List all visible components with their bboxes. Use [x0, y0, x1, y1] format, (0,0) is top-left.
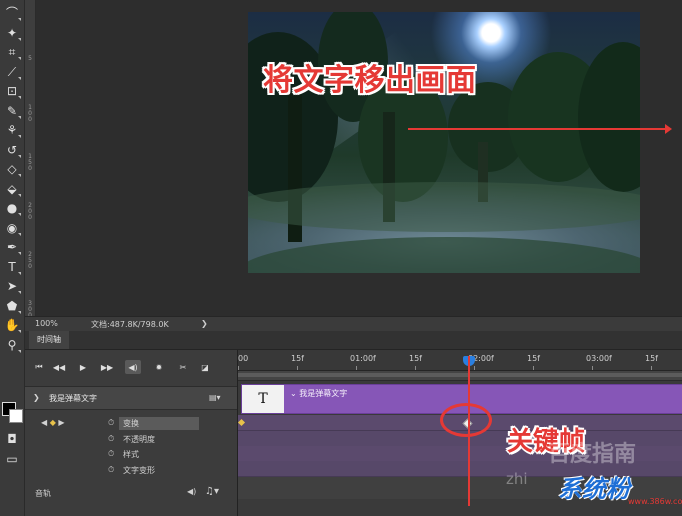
next-frame-button[interactable]: ▶▶ — [99, 360, 115, 374]
pen-icon[interactable]: ✒ — [3, 238, 21, 256]
play-button[interactable]: ▶ — [75, 360, 91, 374]
site-logo-watermark: 系统粉 www.386w.com — [528, 469, 682, 509]
time-tick-label: 00 — [238, 354, 249, 363]
screen-mode-icon[interactable]: ▭ — [3, 450, 21, 468]
ruler-number: 1 5 0 — [28, 153, 32, 172]
time-tick — [356, 366, 357, 370]
stopwatch-icon[interactable]: ⏱ — [108, 418, 114, 428]
eraser-icon[interactable]: ◇ — [3, 160, 21, 178]
magic-wand-icon[interactable]: ✦ — [3, 24, 21, 42]
time-tick — [238, 366, 239, 370]
document-image — [248, 12, 640, 273]
tab-timeline[interactable]: 时间轴 — [29, 331, 69, 349]
document-info: 文档:487.8K/798.0K — [91, 320, 169, 329]
stopwatch-icon[interactable]: ⏱ — [108, 449, 114, 459]
canvas-area — [36, 0, 682, 316]
time-tick — [297, 366, 298, 370]
zoom-icon[interactable]: ⚲ — [3, 336, 21, 354]
property-row[interactable]: ⏱ 文字变形 — [25, 463, 237, 478]
audio-track-row: 音轨 ◀) ♫▾ — [25, 484, 237, 502]
split-scissors-button[interactable]: ✂ — [175, 360, 191, 374]
property-row[interactable]: ◀ ◆ ▶ ⏱ 变换 — [25, 416, 237, 431]
music-note-icon[interactable]: ♫▾ — [205, 486, 219, 497]
keyframe-nav-icon[interactable]: ◀ ◆ ▶ — [41, 418, 65, 427]
dodge-icon[interactable]: ◉ — [3, 219, 21, 237]
settings-button[interactable]: ✹ — [151, 360, 167, 374]
timeline-layers-panel: ⏮ ◀◀ ▶ ▶▶ ◀) ✹ ✂ ◪ ❯ 我是弹幕文字 ▤▾ ◀ ◆ ▶ ⏱ 变换 ⏱ 不透明度 ⏱ 样式… — [25, 350, 237, 516]
audio-track-label: 音轨 — [35, 489, 51, 498]
hand-icon[interactable]: ✋ — [3, 316, 21, 334]
zhihu-watermark: zhi — [506, 470, 528, 488]
crop-icon[interactable]: ⌗ — [3, 43, 21, 61]
history-brush-icon[interactable]: ↺ — [3, 141, 21, 159]
property-row[interactable]: ⏱ 不透明度 — [25, 432, 237, 447]
frame-icon[interactable]: ⊡ — [3, 82, 21, 100]
work-area-bar[interactable] — [238, 371, 682, 381]
text-layer-thumbnail: T — [242, 385, 284, 413]
quick-mask-icon[interactable]: ◘ — [3, 430, 21, 448]
layer-name: 我是弹幕文字 — [49, 394, 97, 403]
status-bar: 100% 文档:487.8K/798.0K ❯ — [25, 316, 682, 331]
timeline-tabbar: 时间轴 — [25, 331, 682, 350]
time-tick — [651, 366, 652, 370]
clip-label: ⌄ 我是弹幕文字 — [290, 389, 348, 398]
prev-frame-button[interactable]: ◀◀ — [51, 360, 67, 374]
ruler-number: 2 0 0 — [28, 202, 32, 221]
clone-stamp-icon[interactable]: ⚘ — [3, 121, 21, 139]
property-name: 变换 — [119, 417, 199, 430]
ruler-number: 2 5 0 — [28, 251, 32, 270]
time-tick-label: 15f — [409, 354, 422, 363]
keyframe-start[interactable] — [237, 418, 246, 427]
keyframe-highlight-ellipse — [440, 403, 492, 437]
lasso-icon[interactable]: ⌒ — [3, 4, 21, 22]
zoom-level[interactable]: 100% — [35, 319, 58, 328]
move-direction-arrow — [408, 124, 672, 134]
blur-icon[interactable]: ● — [3, 199, 21, 217]
film-icon[interactable]: ▤▾ — [209, 393, 221, 402]
time-tick-label: 01:00f — [350, 354, 376, 363]
time-tick-label: 15f — [645, 354, 658, 363]
time-tick-label: 15f — [291, 354, 304, 363]
canvas-annotation-text: 将文字移出画面 — [263, 63, 477, 98]
property-name: 文字变形 — [123, 465, 155, 475]
baidu-watermark: 百度指南 — [548, 442, 637, 467]
stopwatch-icon[interactable]: ⏱ — [108, 434, 114, 444]
time-tick — [474, 366, 475, 370]
shape-icon[interactable]: ⬟ — [3, 297, 21, 315]
time-tick — [592, 366, 593, 370]
stopwatch-icon[interactable]: ⏱ — [108, 465, 114, 475]
property-name: 不透明度 — [123, 434, 155, 444]
property-name: 样式 — [123, 450, 139, 459]
time-tick — [533, 366, 534, 370]
tools-panel: ⌒ ✦ ⌗ ⟋ ⊡ ✎ ⚘ ↺ ◇ ⬙ ● ◉ ✒ T ➤ ⬟ ✋ ⚲ ◘ ▭ — [0, 0, 25, 516]
expand-caret-icon[interactable]: ❯ — [33, 393, 40, 402]
brush-icon[interactable]: ✎ — [3, 102, 21, 120]
background-color-swatch[interactable] — [9, 409, 23, 423]
first-frame-button[interactable]: ⏮ — [31, 360, 47, 374]
type-icon[interactable]: T — [3, 258, 21, 276]
audio-toggle-button[interactable]: ◀) — [125, 360, 141, 374]
eyedropper-icon[interactable]: ⟋ — [3, 63, 21, 81]
transition-button[interactable]: ◪ — [197, 360, 213, 374]
time-tick-label: 15f — [527, 354, 540, 363]
paint-bucket-icon[interactable]: ⬙ — [3, 180, 21, 198]
logo-text: 系统粉 — [558, 475, 630, 503]
clip-caret-icon: ⌄ — [290, 389, 300, 398]
logo-url: www.386w.com — [628, 497, 682, 506]
time-ruler[interactable]: 00 15f 01:00f 15f 02:00f 15f 03:00f 15f — [238, 350, 682, 371]
property-row[interactable]: ⏱ 样式 — [25, 447, 237, 462]
status-arrow-icon[interactable]: ❯ — [201, 319, 208, 328]
time-tick-label: 03:00f — [586, 354, 612, 363]
layer-row[interactable]: ❯ 我是弹幕文字 ▤▾ — [25, 386, 237, 410]
ruler-number: 5 — [28, 55, 32, 62]
audio-mute-icon[interactable]: ◀) — [187, 487, 196, 496]
path-selection-icon[interactable]: ➤ — [3, 277, 21, 295]
time-tick — [415, 366, 416, 370]
vertical-ruler: 51 0 01 5 02 0 02 5 03 0 03 5 0 — [25, 0, 36, 368]
ruler-number: 1 0 0 — [28, 104, 32, 123]
